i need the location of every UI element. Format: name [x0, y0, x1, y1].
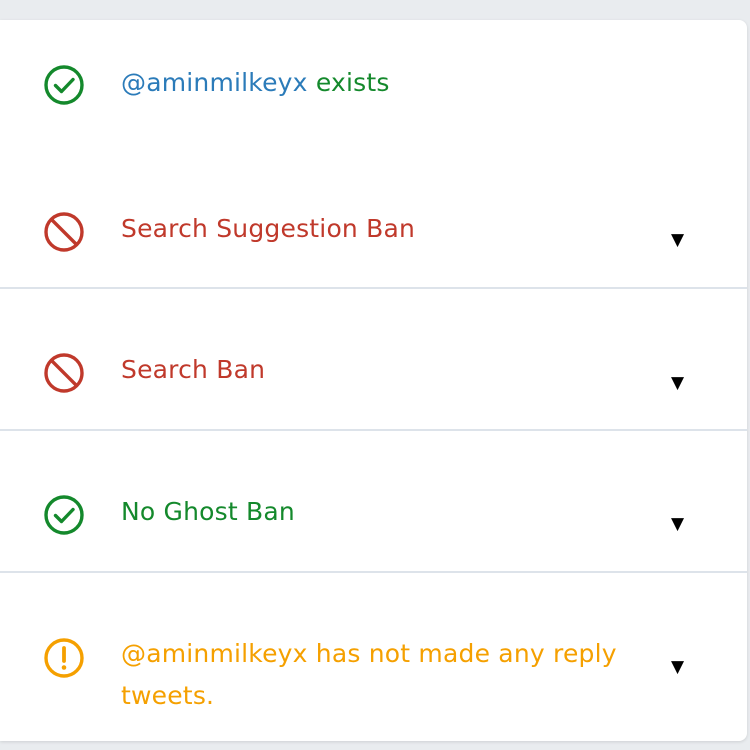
expand-caret-icon[interactable]: ▼ — [671, 657, 684, 677]
exists-text: @aminmilkeyx exists — [121, 62, 390, 104]
reply-deboosting-row[interactable]: @aminmilkeyx has not made any reply twee… — [0, 575, 747, 741]
ban-icon — [43, 352, 85, 394]
search-ban-label: Search Ban — [121, 355, 266, 384]
exists-row: @aminmilkeyx exists — [0, 20, 747, 150]
username-handle[interactable]: @aminmilkeyx — [121, 68, 308, 97]
ghost-ban-row[interactable]: No Ghost Ban ▼ — [0, 433, 747, 573]
search-ban-row[interactable]: Search Ban ▼ — [0, 291, 747, 431]
ghost-ban-label: No Ghost Ban — [121, 497, 295, 526]
expand-caret-icon[interactable]: ▼ — [671, 373, 684, 393]
reply-deboosting-label: @aminmilkeyx has not made any reply twee… — [121, 639, 617, 710]
search-suggestion-ban-row[interactable]: Search Suggestion Ban ▼ — [0, 150, 747, 289]
check-circle-icon — [43, 64, 85, 106]
ban-icon — [43, 211, 85, 253]
warning-circle-icon — [43, 637, 85, 679]
check-circle-icon — [43, 494, 85, 536]
exists-status: exists — [315, 68, 390, 97]
shadowban-results-card: @aminmilkeyx exists Search Suggestion Ba… — [0, 20, 747, 741]
search-suggestion-ban-label: Search Suggestion Ban — [121, 214, 416, 243]
expand-caret-icon[interactable]: ▼ — [671, 514, 684, 534]
expand-caret-icon[interactable]: ▼ — [671, 230, 684, 250]
